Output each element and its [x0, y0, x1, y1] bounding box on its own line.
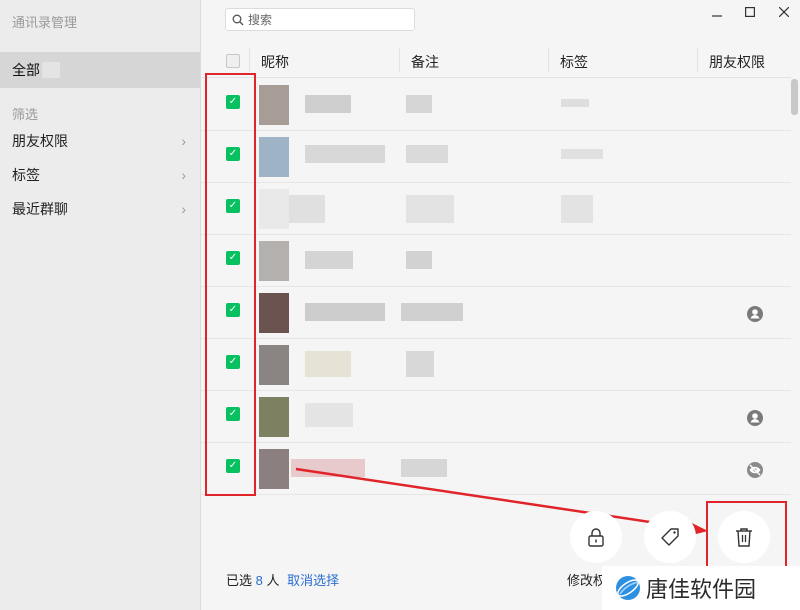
- modify-permission-label: 修改权: [567, 573, 607, 588]
- modify-permission-button[interactable]: [570, 511, 622, 563]
- selection-status: 已选 8 人 取消选择: [226, 570, 339, 589]
- selected-suffix: 人: [266, 573, 280, 588]
- lock-icon: [588, 528, 604, 547]
- globe-logo-icon: [616, 576, 640, 600]
- tag-icon: [661, 528, 679, 546]
- selected-prefix: 已选: [226, 573, 253, 588]
- set-tag-button[interactable]: [644, 511, 696, 563]
- watermark-text: 唐佳软件园: [646, 578, 757, 603]
- watermark: 唐佳软件园: [602, 566, 800, 610]
- cancel-selection-link[interactable]: 取消选择: [287, 573, 339, 588]
- selected-count: 8: [255, 573, 263, 588]
